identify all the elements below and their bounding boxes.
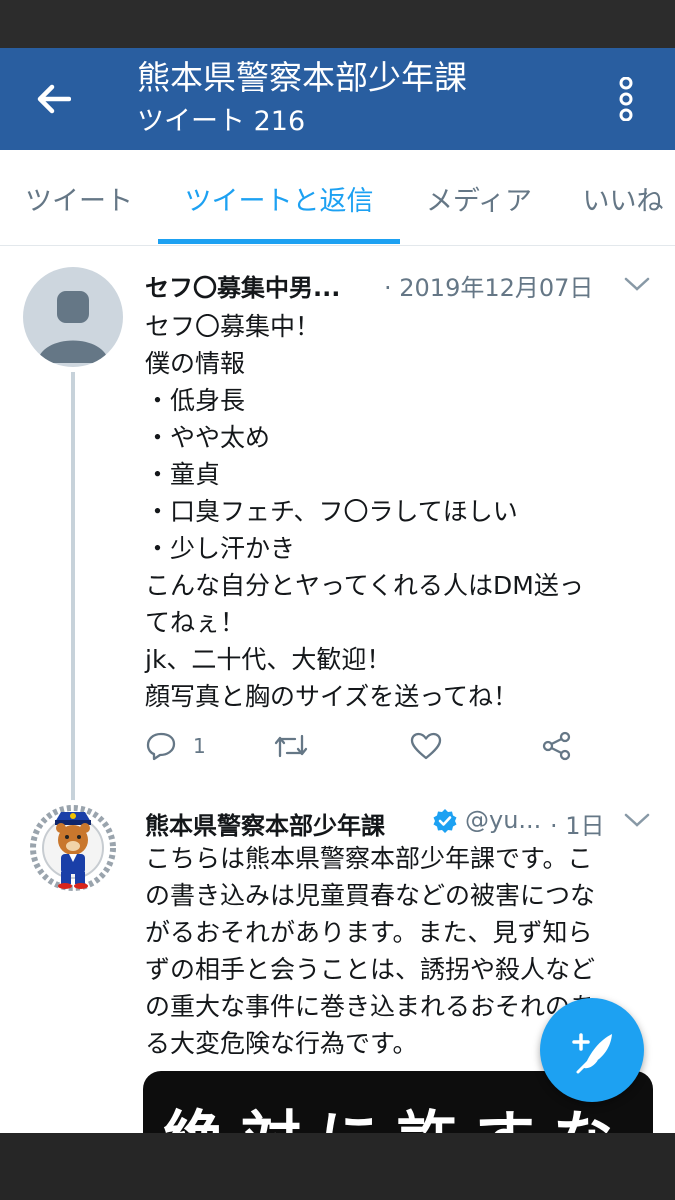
retweet-button[interactable] <box>273 726 309 766</box>
tweet-line: ・童貞 <box>145 460 221 489</box>
police-mascot-avatar[interactable] <box>25 800 121 896</box>
arrow-left-icon <box>37 84 71 114</box>
compose-tweet-button[interactable] <box>540 998 644 1102</box>
tweet-text: こちらは熊本県警察本部少年課です。こ の書き込みは児童買春などの被害につな がる… <box>145 840 595 1062</box>
tweet-line: ずの相手と会うことは、誘拐や殺人など <box>145 955 596 984</box>
tweet-line: セフ〇募集中！ <box>145 312 321 341</box>
tab-tweets[interactable]: ツイート <box>0 150 158 246</box>
tweet-line: ・低身長 <box>145 386 246 415</box>
thread-line <box>71 372 75 828</box>
tweet-menu-button[interactable] <box>622 272 652 296</box>
heart-icon <box>410 732 442 760</box>
tweet-line: てねぇ！ <box>145 608 246 637</box>
share-button[interactable] <box>541 726 573 766</box>
tweet-line: の書き込みは児童買春などの被害につな <box>145 881 596 910</box>
tweet-line: こんな自分とヤってくれる人はDM送っ <box>145 571 584 600</box>
tab-likes[interactable]: いいね <box>558 150 675 246</box>
tweet-date: · 1日 <box>550 812 605 840</box>
tweet-line: ・口臭フェチ、フ〇ラしてほしい <box>145 497 518 526</box>
tweet-date: · 2019年12月07日 <box>384 274 594 302</box>
verified-badge <box>432 808 458 834</box>
compose-feather-icon <box>572 1033 612 1074</box>
profile-tabs: ツイート ツイートと返信 メディア いいね <box>0 150 675 246</box>
tweet-author-name[interactable]: 熊本県警察本部少年課 <box>145 806 385 841</box>
tweet-author-name[interactable]: セフ〇募集中男... <box>145 268 340 303</box>
media-image-text: 絶対に許すな <box>163 1091 631 1133</box>
retweet-icon <box>274 734 308 758</box>
tweet-line: の重大な事件に巻き込まれるおそれのあ <box>145 992 596 1021</box>
default-avatar-icon <box>37 291 109 363</box>
profile-title: 熊本県警察本部少年課 <box>137 58 467 97</box>
police-mascot-image <box>25 800 121 896</box>
back-button[interactable] <box>30 76 76 122</box>
chevron-down-icon <box>624 277 650 291</box>
verified-icon <box>433 809 457 833</box>
tab-tweets-and-replies[interactable]: ツイートと返信 <box>158 150 400 246</box>
tweet-line: る大変危険な行為です。 <box>145 1029 418 1058</box>
reply-count: 1 <box>193 734 206 758</box>
more-vertical-icon <box>619 77 633 121</box>
tweet-line: ・少し汗かき <box>145 534 296 563</box>
tweet-line: 顔写真と胸のサイズを送ってね！ <box>145 682 519 711</box>
tweet-line: jk、二十代、大歓迎！ <box>145 645 392 674</box>
like-button[interactable] <box>410 726 442 766</box>
tweet-count: ツイート 216 <box>137 106 306 137</box>
more-options-button[interactable] <box>610 76 642 122</box>
user-avatar[interactable] <box>23 267 123 367</box>
reply-button[interactable]: 1 <box>145 726 206 766</box>
tweet-line: 僕の情報 <box>145 349 246 378</box>
share-icon <box>542 731 571 761</box>
app-screen: 熊本県警察本部少年課 ツイート 216 ツイート ツイートと返信 メディア いい… <box>0 48 675 1133</box>
tweet-actions: 1 <box>145 726 605 766</box>
chevron-down-icon <box>624 813 650 827</box>
tweet-text: セフ〇募集中！ 僕の情報 ・低身長 ・やや太め ・童貞 ・口臭フェチ、フ〇ラして… <box>145 308 584 715</box>
tweet-line: ・やや太め <box>145 423 271 452</box>
tweet-menu-button[interactable] <box>622 808 652 832</box>
tweet-line: こちらは熊本県警察本部少年課です。こ <box>145 844 593 873</box>
tweet-handle[interactable]: @yu... <box>465 806 541 834</box>
tweet-line: がるおそれがあります。また、見ず知ら <box>145 918 593 947</box>
reply-icon <box>146 732 176 761</box>
active-tab-indicator <box>158 239 400 244</box>
tab-media[interactable]: メディア <box>400 150 558 246</box>
navigation-bar <box>0 1133 675 1200</box>
profile-header: 熊本県警察本部少年課 ツイート 216 <box>0 48 675 150</box>
